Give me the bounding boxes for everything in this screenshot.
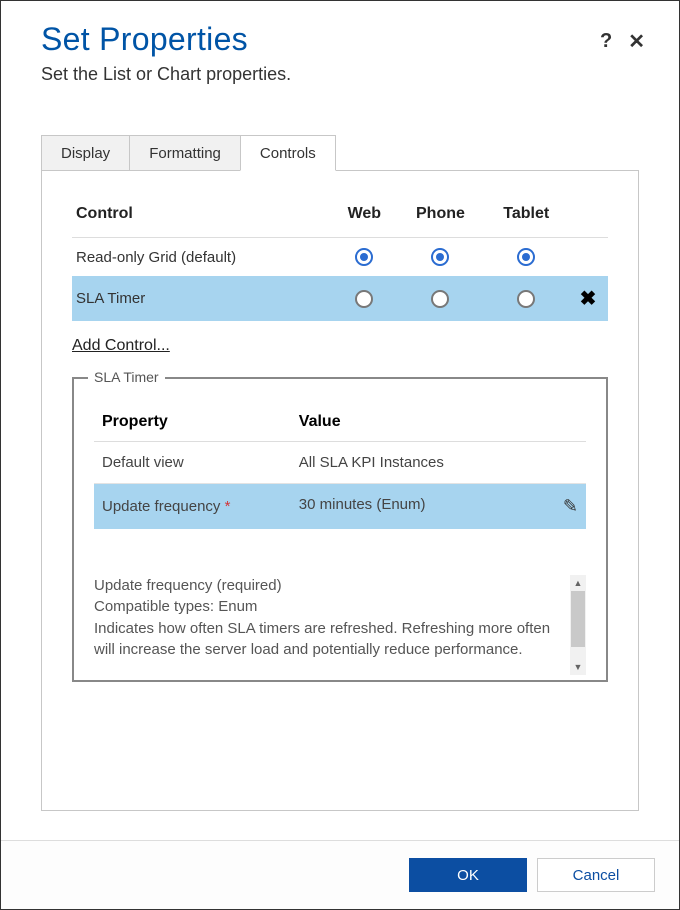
scrollbar[interactable]: ▲ ▼: [570, 575, 586, 675]
desc-line: Indicates how often SLA timers are refre…: [94, 618, 564, 661]
property-name: Update frequency *: [94, 484, 291, 530]
dialog-footer: OK Cancel: [1, 840, 679, 909]
control-name: Read-only Grid (default): [72, 238, 332, 277]
cancel-button[interactable]: Cancel: [537, 858, 655, 892]
dialog-content: Display Formatting Controls Control Web …: [1, 85, 679, 840]
col-tablet: Tablet: [484, 199, 568, 238]
desc-line: Update frequency (required): [94, 575, 564, 596]
tab-formatting[interactable]: Formatting: [129, 135, 241, 170]
required-icon: *: [225, 498, 231, 515]
set-properties-dialog: Set Properties Set the List or Chart pro…: [0, 0, 680, 910]
property-value: All SLA KPI Instances: [291, 442, 586, 484]
radio-tablet[interactable]: [517, 248, 535, 266]
table-row[interactable]: SLA Timer ✖: [72, 276, 608, 321]
radio-web[interactable]: [355, 290, 373, 308]
control-properties-fieldset: SLA Timer Property Value Default view Al…: [72, 377, 608, 682]
col-control: Control: [72, 199, 332, 238]
scroll-up-icon[interactable]: ▲: [570, 575, 586, 591]
description-area: Update frequency (required) Compatible t…: [94, 575, 586, 660]
col-phone: Phone: [396, 199, 484, 238]
col-web: Web: [332, 199, 396, 238]
fieldset-legend: SLA Timer: [88, 369, 165, 385]
table-row[interactable]: Read-only Grid (default): [72, 238, 608, 277]
dialog-subtitle: Set the List or Chart properties.: [41, 64, 639, 85]
col-value: Value: [291, 403, 586, 442]
control-name: SLA Timer: [72, 276, 332, 321]
table-row[interactable]: Default view All SLA KPI Instances: [94, 442, 586, 484]
property-value: 30 minutes (Enum) ✎: [291, 484, 586, 530]
scroll-down-icon[interactable]: ▼: [570, 659, 586, 675]
radio-phone[interactable]: [431, 290, 449, 308]
remove-control-icon[interactable]: ✖: [580, 288, 597, 310]
table-row[interactable]: Update frequency * 30 minutes (Enum) ✎: [94, 484, 586, 530]
desc-line: Compatible types: Enum: [94, 596, 564, 617]
col-property: Property: [94, 403, 291, 442]
properties-table: Property Value Default view All SLA KPI …: [94, 403, 586, 529]
radio-phone[interactable]: [431, 248, 449, 266]
scroll-thumb[interactable]: [571, 591, 585, 647]
tab-display[interactable]: Display: [41, 135, 130, 170]
dialog-header: Set Properties Set the List or Chart pro…: [1, 1, 679, 85]
close-icon[interactable]: ✕: [628, 29, 645, 54]
add-control-link[interactable]: Add Control...: [72, 337, 170, 355]
tab-controls[interactable]: Controls: [240, 135, 336, 171]
dialog-title: Set Properties: [41, 21, 639, 58]
radio-web[interactable]: [355, 248, 373, 266]
controls-table: Control Web Phone Tablet Read-only Grid …: [72, 199, 608, 321]
tab-panel-controls: Control Web Phone Tablet Read-only Grid …: [41, 171, 639, 811]
property-name: Default view: [94, 442, 291, 484]
ok-button[interactable]: OK: [409, 858, 527, 892]
tab-bar: Display Formatting Controls: [41, 135, 639, 171]
help-icon[interactable]: ?: [600, 30, 612, 53]
edit-icon[interactable]: ✎: [563, 496, 578, 517]
radio-tablet[interactable]: [517, 290, 535, 308]
